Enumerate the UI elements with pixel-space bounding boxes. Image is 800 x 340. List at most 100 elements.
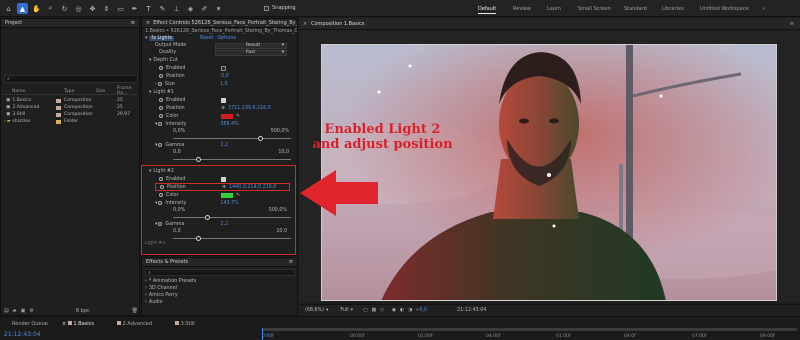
render-queue-tab[interactable]: Render Queue [12,321,48,327]
depth-size-value[interactable]: 1,0 [220,82,228,87]
dolly-tool-icon[interactable]: ⇕ [101,3,112,14]
pen-tool-icon[interactable]: ✒ [129,3,140,14]
comp-timecode[interactable]: 21:12:43:04 [457,308,486,313]
light1-gamma-slider[interactable] [145,156,297,162]
timeline-timecode[interactable]: 21:12:43:04 [4,331,41,338]
eyedropper-icon[interactable]: ✎ [236,114,240,119]
zoom-tool-icon[interactable]: ⌕ [45,3,56,14]
roto-brush-icon[interactable]: ✐ [199,3,210,14]
playhead[interactable] [262,328,263,340]
workspace-learn[interactable]: Learn [547,6,561,12]
workspace-default[interactable]: Default [478,6,497,14]
light1-group[interactable]: ▾ Light #1 [145,88,297,96]
home-icon[interactable]: ⌂ [3,3,14,14]
time-ruler[interactable]: 0:00f 00:00f 01:00f 04:00f 01:00f 04:0f … [262,332,797,340]
snapping-toggle[interactable]: Snapping [264,5,296,11]
chevron-right-icon[interactable]: › [4,119,6,124]
light2-intensity-value[interactable]: 143,7% [220,201,238,206]
exposure-icon[interactable]: ◑ [408,308,412,313]
close-icon[interactable]: × [146,20,150,26]
effects-item[interactable]: › Amico Perry [145,292,196,299]
stopwatch-icon[interactable] [158,201,163,205]
timeline-tab-3[interactable]: 3.Still [175,321,195,327]
stopwatch-icon[interactable] [158,222,163,226]
selection-tool-icon[interactable]: ▲ [17,3,28,14]
effect-name[interactable]: fx Lights [149,36,174,41]
panel-menu-icon[interactable]: ≡ [790,21,794,27]
column-name[interactable]: Name [12,89,26,94]
chevron-down-icon[interactable]: ▾ [155,122,157,127]
workspace-libraries[interactable]: Libraries [662,6,684,12]
rotate-tool-icon[interactable]: ↻ [59,3,70,14]
slider-knob[interactable] [196,156,202,162]
effect-controls-tab[interactable]: × Effect Controls 526128_Serious_Face_Po… [142,19,297,28]
brush-tool-icon[interactable]: ✎ [157,3,168,14]
crosshair-icon[interactable]: ⊕ [222,185,226,190]
interpret-footage-icon[interactable]: ▤ [4,308,9,314]
camera-icon[interactable]: ◉ [392,308,396,313]
project-item[interactable]: ▣ 3.Still Composition 29,97 [4,111,138,118]
effects-item[interactable]: › 3D Channel [145,285,196,292]
transparency-grid-icon[interactable]: ▦ [372,308,377,313]
light2-gamma-value[interactable]: 2,2 [220,222,228,227]
eraser-icon[interactable]: ◈ [185,3,196,14]
channel-icon[interactable]: ◐ [400,308,404,313]
chevron-down-icon[interactable]: ▾ [149,169,151,174]
stopwatch-icon[interactable] [159,177,163,181]
close-icon[interactable]: × [303,21,307,27]
depth-cut-group[interactable]: ▾ Depth Cut [145,56,297,64]
eyedropper-icon[interactable]: ✎ [236,193,240,198]
resolution-dropdown[interactable]: Full [340,308,348,313]
project-item[interactable]: ▣ 2.Advanced Composition 25 [4,104,138,111]
light2-enabled-checkbox[interactable] [221,176,226,182]
stopwatch-icon[interactable] [159,193,163,197]
effects-item[interactable]: › Audio [145,299,196,306]
chevron-down-icon[interactable]: ▾ [149,58,151,63]
stopwatch-icon[interactable] [159,74,163,78]
light3-label[interactable]: Light #3 [145,241,295,246]
settings-icon[interactable]: ⚙ [29,308,33,314]
stopwatch-icon[interactable] [160,185,164,189]
depth-enabled-checkbox[interactable] [221,65,226,71]
column-type[interactable]: Type [64,89,75,94]
chevron-down-icon[interactable]: ▾ [351,308,353,313]
timeline-tab-2[interactable]: 2.Advanced [117,321,152,327]
light2-position-value[interactable]: 1440,0,214,0,216,0 [229,185,276,190]
clone-stamp-icon[interactable]: ⊥ [171,3,182,14]
stopwatch-icon[interactable] [159,98,163,102]
chevron-right-icon[interactable]: › [155,82,157,87]
chevron-down-icon[interactable]: ▾ [155,143,157,148]
chevron-down-icon[interactable]: ▾ [326,308,328,313]
work-area-bar[interactable] [262,328,797,331]
quality-dropdown[interactable]: Fast ▾ [215,49,287,56]
snapping-checkbox[interactable] [264,5,269,11]
stopwatch-icon[interactable] [159,106,163,110]
light1-intensity-slider[interactable] [145,135,297,141]
crosshair-icon[interactable]: ⊕ [221,106,225,111]
timeline-tab-1[interactable]: × 1.Basics [62,321,94,327]
slider-knob[interactable] [196,235,202,241]
chevron-down-icon[interactable]: ▾ [149,90,151,95]
column-frame-rate[interactable]: Frame Ra... [117,86,138,96]
project-title[interactable]: Project [5,20,22,26]
project-search-input[interactable]: ⌕ [4,75,138,83]
stopwatch-icon[interactable] [158,143,163,147]
type-tool-icon[interactable]: T [143,3,154,14]
light1-position-value[interactable]: 3711,139,6,216,0 [228,106,271,111]
light1-color-swatch[interactable] [221,113,233,119]
chevron-down-icon[interactable]: ▾ [155,222,157,227]
stopwatch-icon[interactable] [158,122,163,126]
stopwatch-icon[interactable] [159,66,163,70]
stopwatch-icon[interactable] [159,114,163,118]
light1-enabled-checkbox[interactable] [221,97,226,103]
bpc-toggle[interactable]: 8 bpc [76,308,90,314]
chevron-down-icon[interactable]: ▾ [145,36,147,41]
effects-item[interactable]: › * Animation Presets [145,278,196,285]
workspace-review[interactable]: Review [513,6,531,12]
puppet-pin-icon[interactable]: ✶ [213,3,224,14]
rectangle-tool-icon[interactable]: ▭ [115,3,126,14]
composition-tab[interactable]: Composition 1.Basics [311,21,364,27]
new-comp-icon[interactable]: ▣ [21,308,26,314]
effects-presets-title[interactable]: Effects & Presets [146,259,188,265]
workspace-untitled[interactable]: Untitled Workspace [700,6,749,12]
